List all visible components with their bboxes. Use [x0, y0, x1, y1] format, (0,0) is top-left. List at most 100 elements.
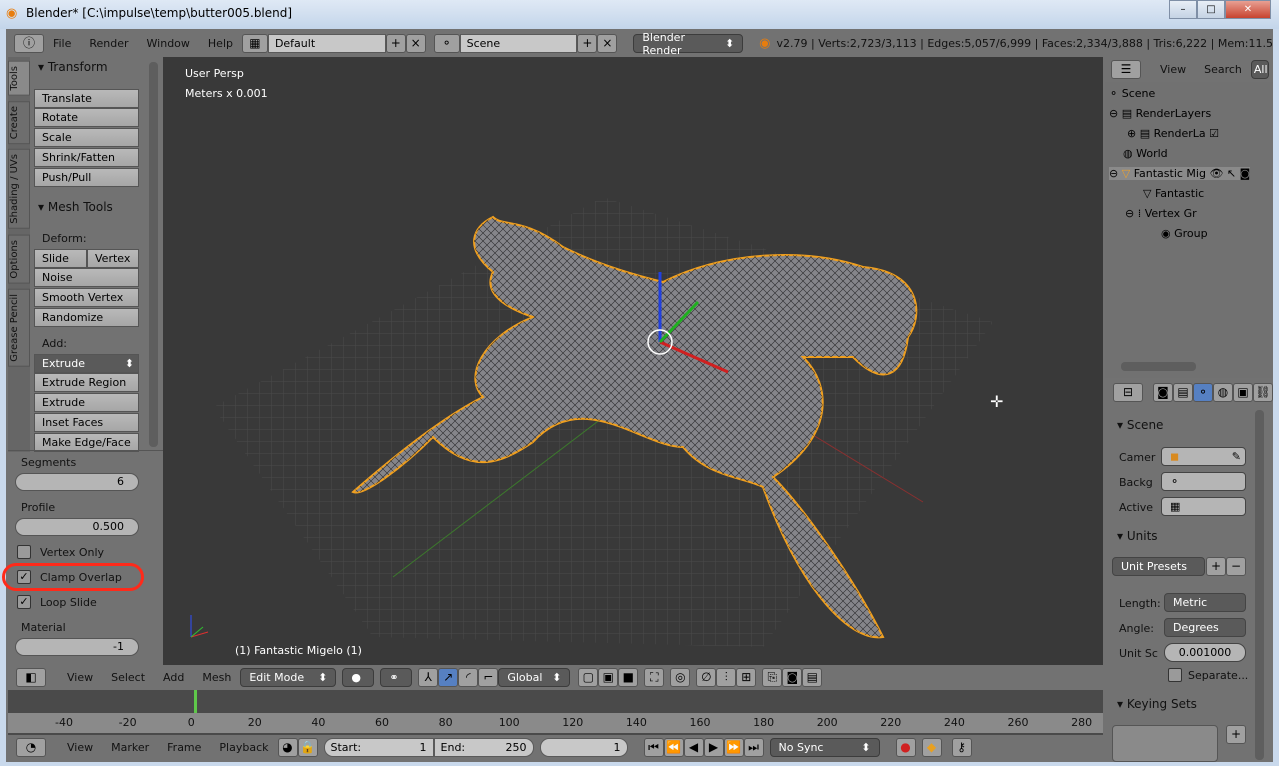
active-clip-field[interactable]: ▦ [1161, 497, 1246, 516]
remove-preset-icon[interactable]: − [1226, 557, 1246, 576]
scene-icon[interactable]: ⚬ [433, 34, 460, 53]
unit-scale-field[interactable]: 0.001000 [1164, 643, 1246, 662]
menu-window[interactable]: Window [138, 37, 199, 50]
outliner-item-world[interactable]: ◍ World [1123, 147, 1168, 160]
current-frame-field[interactable]: 1 [539, 738, 628, 757]
menu-help[interactable]: Help [199, 37, 242, 50]
outliner-item-renderlayers[interactable]: ⊖ ▤ RenderLayers [1109, 107, 1211, 120]
menu-view[interactable]: View [58, 671, 102, 684]
menu-render[interactable]: Render [80, 37, 137, 50]
rotate-button[interactable]: Rotate [34, 108, 139, 127]
jump-key-back-icon[interactable]: ⏪ [663, 738, 684, 757]
outliner-item-renderlayer[interactable]: ⊕ ▤ RenderLa ☑ [1127, 127, 1219, 140]
timeline-menu-playback[interactable]: Playback [210, 741, 277, 754]
background-field[interactable]: ⚬ [1161, 472, 1246, 491]
preview-range-icon[interactable]: ◕ [277, 738, 298, 757]
editor-type-info-icon[interactable]: ⓘ [14, 34, 44, 53]
translate-button[interactable]: Translate [34, 89, 139, 108]
scale-manipulator-icon[interactable]: ⌐ [478, 668, 499, 687]
segments-field[interactable]: 6 [15, 473, 139, 491]
randomize-button[interactable]: Randomize [34, 308, 139, 327]
length-select[interactable]: Metric [1164, 593, 1246, 612]
jump-end-icon[interactable]: ⏭ [743, 738, 764, 757]
menu-file[interactable]: File [44, 37, 80, 50]
tab-grease-pencil[interactable]: Grease Pencil [8, 289, 30, 367]
tab-tools[interactable]: Tools [8, 61, 30, 96]
translate-manipulator-icon[interactable]: ↗ [438, 668, 459, 687]
profile-field[interactable]: 0.500 [15, 518, 139, 536]
occlude-icon[interactable]: ⛶ [644, 668, 665, 687]
add-keying-set-icon[interactable]: + [1226, 725, 1246, 744]
render-layers-tab-icon[interactable]: ▤ [1173, 383, 1193, 402]
outliner-menu-search[interactable]: Search [1195, 63, 1251, 76]
start-frame-field[interactable]: Start: 1 [323, 738, 434, 757]
menu-select[interactable]: Select [102, 671, 154, 684]
snap-element-icon[interactable]: ⫶ [716, 668, 737, 687]
editor-type-3d-icon[interactable]: ◧ [16, 668, 46, 687]
scene-panel-header[interactable]: ▾ Scene [1117, 418, 1163, 432]
current-frame-marker[interactable] [194, 690, 197, 713]
timeline-menu-marker[interactable]: Marker [102, 741, 158, 754]
extrude-individual-button[interactable]: Extrude Individual [34, 393, 139, 426]
keying-set-icon[interactable]: ⚷ [951, 738, 972, 757]
extrude-select[interactable]: Extrude ⬍ [34, 354, 139, 373]
editor-type-timeline-icon[interactable]: ◔ [16, 738, 46, 757]
snap-icon[interactable]: ∅ [696, 668, 717, 687]
edge-select-icon[interactable]: ▣ [598, 668, 619, 687]
outliner-item-group[interactable]: ◉ Group [1161, 227, 1208, 240]
tab-shading-uvs[interactable]: Shading / UVs [8, 149, 30, 229]
play-reverse-icon[interactable]: ◀ [683, 738, 704, 757]
render-engine-select[interactable]: Blender Render ⬍ [633, 31, 744, 57]
keying-sets-panel-header[interactable]: ▾ Keying Sets [1117, 697, 1197, 711]
scene-field[interactable]: Scene [459, 34, 578, 53]
outliner-item-vertex-groups[interactable]: ⊖ ⁞ Vertex Gr [1125, 207, 1197, 220]
editor-type-properties-icon[interactable]: ⊟ [1113, 383, 1143, 402]
outliner-filter-select[interactable]: All [1250, 60, 1269, 79]
add-scene-icon[interactable]: + [577, 34, 598, 53]
editor-type-outliner-icon[interactable]: ☰ [1111, 60, 1141, 79]
noise-button[interactable]: Noise [34, 268, 139, 287]
vertex-only-checkbox[interactable] [17, 545, 31, 559]
vertex-select-icon[interactable]: ▢ [578, 668, 599, 687]
constraints-tab-icon[interactable]: ⛓ [1253, 383, 1273, 402]
units-panel-header[interactable]: ▾ Units [1117, 529, 1158, 543]
remove-layout-icon[interactable]: × [405, 34, 426, 53]
rotate-manipulator-icon[interactable]: ◜ [458, 668, 479, 687]
snap-target-icon[interactable]: ⊞ [736, 668, 757, 687]
outliner-item-object[interactable]: ⊖ ▽ Fantastic Mig 👁 ↖ ◙ [1109, 167, 1251, 180]
scale-button[interactable]: Scale [34, 128, 139, 147]
transform-panel-header[interactable]: ▾ Transform [38, 60, 108, 74]
object-tab-icon[interactable]: ▣ [1233, 383, 1253, 402]
slide-edge-button[interactable]: Slide Ed [34, 249, 87, 282]
pivot-select[interactable]: ⚭ [380, 668, 413, 687]
jump-start-icon[interactable]: ⏮ [643, 738, 664, 757]
close-button[interactable]: ✕ [1225, 0, 1271, 19]
tab-create[interactable]: Create [8, 101, 30, 145]
add-layout-icon[interactable]: + [385, 34, 406, 53]
keyframe-icon[interactable]: ◆ [921, 738, 942, 757]
timeline-menu-frame[interactable]: Frame [158, 741, 210, 754]
record-icon[interactable]: ● [895, 738, 916, 757]
separate-units-checkbox[interactable] [1168, 668, 1182, 682]
shelf-scrollbar[interactable] [149, 62, 158, 447]
slide-vertex-button[interactable]: Vertex [87, 249, 139, 268]
mode-select[interactable]: Edit Mode ⬍ [240, 668, 337, 687]
3d-viewport[interactable]: ✛ User Persp Meters x 0.001 (1) Fantasti… [163, 57, 1103, 665]
menu-mesh[interactable]: Mesh [193, 671, 240, 684]
sync-select[interactable]: No Sync ⬍ [769, 738, 880, 757]
render-preview-icon[interactable]: ⎘ [762, 668, 783, 687]
outliner-item-mesh[interactable]: ▽ Fantastic [1143, 187, 1204, 200]
orientation-select[interactable]: Global ⬍ [498, 668, 571, 687]
render-anim-icon[interactable]: ▤ [802, 668, 823, 687]
timeline-ruler[interactable]: -40 -20 0 20 40 60 80 100 120 140 160 180 200 220 240 2… [8, 713, 1103, 733]
outliner-scrollbar[interactable] [1121, 362, 1196, 371]
clamp-overlap-checkbox[interactable]: ✓ [17, 570, 31, 584]
angle-select[interactable]: Degrees [1164, 618, 1246, 637]
mesh-tools-panel-header[interactable]: ▾ Mesh Tools [38, 200, 113, 214]
proportional-icon[interactable]: ◎ [670, 668, 691, 687]
add-preset-icon[interactable]: + [1206, 557, 1226, 576]
world-tab-icon[interactable]: ◍ [1213, 383, 1233, 402]
layout-icon[interactable]: ▦ [241, 34, 268, 53]
loop-slide-checkbox[interactable]: ✓ [17, 595, 31, 609]
maximize-button[interactable]: □ [1197, 0, 1225, 19]
